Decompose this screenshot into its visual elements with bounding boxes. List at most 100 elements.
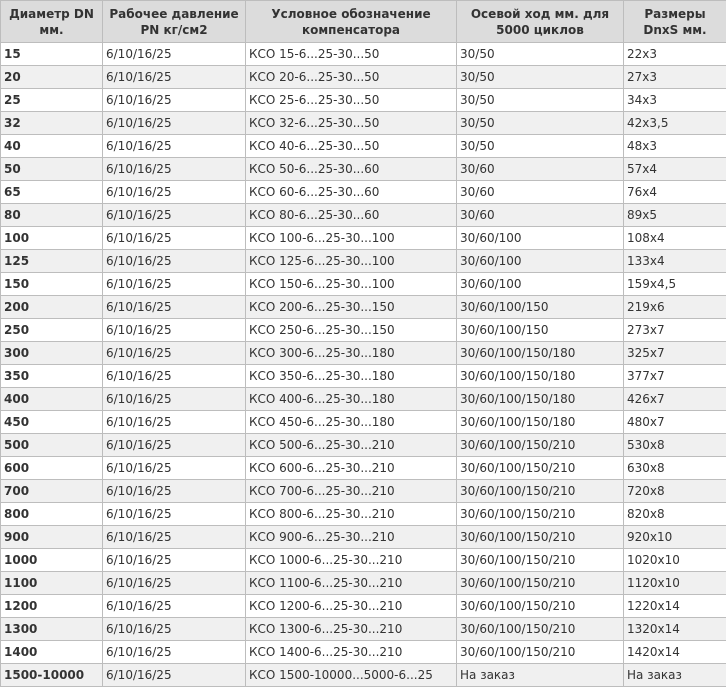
header-pressure: Рабочее давление PN кг/см2: [103, 1, 246, 43]
table-row: 2506/10/16/25КСО 250-6...25-30...15030/6…: [1, 319, 726, 342]
cell-designation: КСО 700-6...25-30...210: [246, 480, 457, 503]
cell-designation: КСО 1000-6...25-30...210: [246, 549, 457, 572]
cell-designation: КСО 250-6...25-30...150: [246, 319, 457, 342]
cell-diameter: 300: [1, 342, 103, 365]
table-row: 9006/10/16/25КСО 900-6...25-30...21030/6…: [1, 526, 726, 549]
cell-axial-stroke: 30/50: [457, 66, 624, 89]
table-row: 1256/10/16/25КСО 125-6...25-30...10030/6…: [1, 250, 726, 273]
cell-diameter: 600: [1, 457, 103, 480]
cell-diameter: 900: [1, 526, 103, 549]
table-row: 7006/10/16/25КСО 700-6...25-30...21030/6…: [1, 480, 726, 503]
cell-dimensions: 377x7: [624, 365, 726, 388]
cell-designation: КСО 20-6...25-30...50: [246, 66, 457, 89]
cell-dimensions: 820x8: [624, 503, 726, 526]
cell-diameter: 50: [1, 158, 103, 181]
cell-axial-stroke: 30/50: [457, 43, 624, 66]
cell-pressure: 6/10/16/25: [103, 158, 246, 181]
cell-diameter: 200: [1, 296, 103, 319]
cell-designation: КСО 1200-6...25-30...210: [246, 595, 457, 618]
cell-designation: КСО 200-6...25-30...150: [246, 296, 457, 319]
cell-pressure: 6/10/16/25: [103, 250, 246, 273]
cell-designation: КСО 1100-6...25-30...210: [246, 572, 457, 595]
cell-designation: КСО 125-6...25-30...100: [246, 250, 457, 273]
cell-pressure: 6/10/16/25: [103, 388, 246, 411]
cell-axial-stroke: 30/60: [457, 158, 624, 181]
cell-axial-stroke: 30/50: [457, 112, 624, 135]
cell-pressure: 6/10/16/25: [103, 135, 246, 158]
table-row: 14006/10/16/25КСО 1400-6...25-30...21030…: [1, 641, 726, 664]
cell-pressure: 6/10/16/25: [103, 296, 246, 319]
cell-axial-stroke: 30/50: [457, 89, 624, 112]
cell-designation: КСО 600-6...25-30...210: [246, 457, 457, 480]
cell-axial-stroke: 30/60/100/150/180: [457, 365, 624, 388]
header-dimensions: Размеры DnxS мм.: [624, 1, 726, 43]
table-row: 4006/10/16/25КСО 400-6...25-30...18030/6…: [1, 388, 726, 411]
cell-pressure: 6/10/16/25: [103, 204, 246, 227]
cell-diameter: 800: [1, 503, 103, 526]
cell-dimensions: 1320x14: [624, 618, 726, 641]
cell-designation: КСО 100-6...25-30...100: [246, 227, 457, 250]
cell-pressure: 6/10/16/25: [103, 319, 246, 342]
cell-designation: КСО 900-6...25-30...210: [246, 526, 457, 549]
cell-axial-stroke: На заказ: [457, 664, 624, 687]
cell-diameter: 40: [1, 135, 103, 158]
table-row: 2006/10/16/25КСО 200-6...25-30...15030/6…: [1, 296, 726, 319]
cell-axial-stroke: 30/60/100/150/210: [457, 503, 624, 526]
cell-dimensions: 325x7: [624, 342, 726, 365]
cell-axial-stroke: 30/60/100/150: [457, 296, 624, 319]
cell-axial-stroke: 30/50: [457, 135, 624, 158]
table-row: 13006/10/16/25КСО 1300-6...25-30...21030…: [1, 618, 726, 641]
table-row: 6006/10/16/25КСО 600-6...25-30...21030/6…: [1, 457, 726, 480]
cell-dimensions: 1020x10: [624, 549, 726, 572]
table-row: 406/10/16/25КСО 40-6...25-30...5030/5048…: [1, 135, 726, 158]
cell-pressure: 6/10/16/25: [103, 43, 246, 66]
cell-diameter: 700: [1, 480, 103, 503]
cell-pressure: 6/10/16/25: [103, 457, 246, 480]
cell-pressure: 6/10/16/25: [103, 503, 246, 526]
cell-diameter: 65: [1, 181, 103, 204]
cell-pressure: 6/10/16/25: [103, 526, 246, 549]
cell-designation: КСО 32-6...25-30...50: [246, 112, 457, 135]
cell-axial-stroke: 30/60/100/150/210: [457, 457, 624, 480]
cell-designation: КСО 500-6...25-30...210: [246, 434, 457, 457]
cell-designation: КСО 1300-6...25-30...210: [246, 618, 457, 641]
cell-axial-stroke: 30/60/100/150: [457, 319, 624, 342]
cell-dimensions: 273x7: [624, 319, 726, 342]
cell-diameter: 20: [1, 66, 103, 89]
cell-diameter: 15: [1, 43, 103, 66]
cell-designation: КСО 25-6...25-30...50: [246, 89, 457, 112]
table-row: 3006/10/16/25КСО 300-6...25-30...18030/6…: [1, 342, 726, 365]
cell-dimensions: 27x3: [624, 66, 726, 89]
cell-dimensions: 480x7: [624, 411, 726, 434]
cell-dimensions: 42x3,5: [624, 112, 726, 135]
cell-diameter: 25: [1, 89, 103, 112]
cell-pressure: 6/10/16/25: [103, 549, 246, 572]
header-diameter: Диаметр DN мм.: [1, 1, 103, 43]
cell-dimensions: На заказ: [624, 664, 726, 687]
cell-dimensions: 48x3: [624, 135, 726, 158]
header-designation: Условное обозначение компенсатора: [246, 1, 457, 43]
cell-diameter: 80: [1, 204, 103, 227]
cell-diameter: 1200: [1, 595, 103, 618]
cell-pressure: 6/10/16/25: [103, 342, 246, 365]
cell-dimensions: 159x4,5: [624, 273, 726, 296]
cell-pressure: 6/10/16/25: [103, 89, 246, 112]
cell-axial-stroke: 30/60/100/150/210: [457, 641, 624, 664]
table-row: 4506/10/16/25КСО 450-6...25-30...18030/6…: [1, 411, 726, 434]
table-row: 5006/10/16/25КСО 500-6...25-30...21030/6…: [1, 434, 726, 457]
cell-pressure: 6/10/16/25: [103, 664, 246, 687]
cell-dimensions: 133x4: [624, 250, 726, 273]
cell-designation: КСО 300-6...25-30...180: [246, 342, 457, 365]
cell-dimensions: 89x5: [624, 204, 726, 227]
cell-dimensions: 219x6: [624, 296, 726, 319]
cell-designation: КСО 15-6...25-30...50: [246, 43, 457, 66]
cell-dimensions: 76x4: [624, 181, 726, 204]
cell-diameter: 400: [1, 388, 103, 411]
table-row: 1500-100006/10/16/25КСО 1500-10000...500…: [1, 664, 726, 687]
cell-diameter: 1500-10000: [1, 664, 103, 687]
cell-pressure: 6/10/16/25: [103, 112, 246, 135]
cell-diameter: 1300: [1, 618, 103, 641]
cell-designation: КСО 60-6...25-30...60: [246, 181, 457, 204]
cell-diameter: 1100: [1, 572, 103, 595]
cell-diameter: 150: [1, 273, 103, 296]
